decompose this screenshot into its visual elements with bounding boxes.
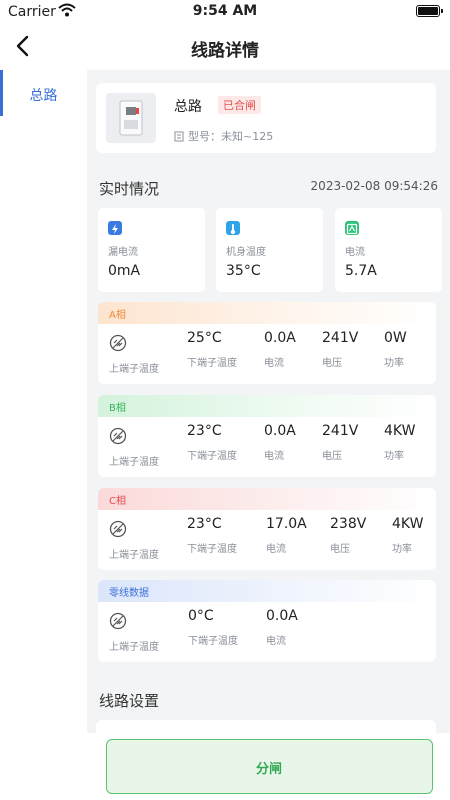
lower-temperature: 23°C 下端子温度 <box>187 516 237 555</box>
phase-header: B相 <box>98 395 436 417</box>
break-button-label: 分闸 <box>255 762 282 777</box>
power: 4KW 功率 <box>384 423 415 462</box>
lower-temperature: 0°C 下端子温度 <box>188 608 238 647</box>
phase-name: A相 <box>109 310 126 321</box>
cell-label: 电流 <box>266 636 286 647</box>
card-label: 机身温度 <box>226 247 266 258</box>
sidebar-empty-area <box>0 116 87 800</box>
card-label: 漏电流 <box>108 247 138 258</box>
cell-value: 0.0A <box>264 423 296 439</box>
cell-value: 0°C <box>188 608 214 624</box>
lower-temperature: 25°C 下端子温度 <box>187 330 237 369</box>
phase-c-card: C相 上端子温度 23°C 下端子温度 17.0A 电流 238V 电压 4KW 功率 <box>98 488 436 570</box>
phase-name: 零线数据 <box>109 588 149 599</box>
cell-value: 4KW <box>384 423 416 439</box>
device-model: 型号：未知~125 <box>174 128 273 144</box>
voltage: 241V 电压 <box>322 423 358 462</box>
cell-value: 238V <box>330 516 367 532</box>
card-value: 35°C <box>226 263 261 279</box>
neutral-line-card: 零线数据 上端子温度 0°C 下端子温度 0.0A 电流 <box>98 580 436 662</box>
cell-value: 4KW <box>392 516 424 532</box>
voltage: 238V 电压 <box>330 516 366 555</box>
cell-value: 0W <box>384 330 407 346</box>
lightning-icon <box>108 221 122 235</box>
temperature-sensor-icon <box>109 520 127 538</box>
status-badge: 已合闸 <box>218 96 261 114</box>
card-value: 0mA <box>108 263 141 279</box>
current: 17.0A 电流 <box>266 516 307 555</box>
cell-label: 电流 <box>264 451 284 462</box>
thermometer-icon <box>226 221 240 235</box>
main-content: 总路 已合闸 型号：未知~125 实时情况 2023-02-08 09:54:2… <box>87 70 450 800</box>
sidebar-item-label: 总路 <box>29 88 58 104</box>
cell-value: 0.0A <box>264 330 296 346</box>
phase-name: B相 <box>109 403 126 414</box>
power: 0W 功率 <box>384 330 407 369</box>
current: 0.0A 电流 <box>264 330 296 369</box>
voltage: 241V 电压 <box>322 330 358 369</box>
body-temperature-card: 机身温度 35°C <box>216 208 323 292</box>
cell-value: 17.0A <box>266 516 307 532</box>
power: 4KW 功率 <box>392 516 423 555</box>
upper-terminal-label: 上端子温度 <box>109 642 159 653</box>
cell-label: 下端子温度 <box>187 358 237 369</box>
realtime-timestamp: 2023-02-08 09:54:26 <box>310 179 438 193</box>
upper-terminal-label: 上端子温度 <box>109 364 159 375</box>
cell-value: 23°C <box>187 423 222 439</box>
settings-title: 线路设置 <box>99 692 160 710</box>
cell-label: 电压 <box>330 544 350 555</box>
current-card: 电流 5.7A <box>335 208 442 292</box>
temperature-sensor-icon <box>109 334 127 352</box>
current: 0.0A 电流 <box>266 608 298 647</box>
upper-terminal-label: 上端子温度 <box>109 457 159 468</box>
sidebar: 总路 <box>0 70 87 800</box>
leakage-current-card: 漏电流 0mA <box>98 208 205 292</box>
phase-a-card: A相 上端子温度 25°C 下端子温度 0.0A 电流 241V 电压 0W 功率 <box>98 302 436 384</box>
device-model-text: 型号：未知~125 <box>188 130 274 143</box>
temperature-sensor-icon <box>109 612 127 630</box>
lower-temperature: 23°C 下端子温度 <box>187 423 237 462</box>
bottom-bar: 分闸 <box>87 733 450 800</box>
nav-bar: 线路详情 <box>0 24 450 70</box>
temperature-sensor-icon <box>109 427 127 445</box>
cell-label: 下端子温度 <box>188 636 238 647</box>
phase-b-card: B相 上端子温度 23°C 下端子温度 0.0A 电流 241V 电压 4KW 功率 <box>98 395 436 477</box>
card-label: 电流 <box>345 247 365 258</box>
cell-label: 电压 <box>322 358 342 369</box>
cell-label: 下端子温度 <box>187 451 237 462</box>
device-name: 总路 <box>174 99 202 115</box>
cell-value: 25°C <box>187 330 222 346</box>
page-title: 线路详情 <box>191 41 259 61</box>
cell-value: 241V <box>322 330 359 346</box>
cell-label: 电压 <box>322 451 342 462</box>
phase-header: C相 <box>98 488 436 510</box>
cell-label: 功率 <box>392 544 412 555</box>
cell-value: 0.0A <box>266 608 298 624</box>
device-card: 总路 已合闸 型号：未知~125 <box>96 83 436 153</box>
card-value: 5.7A <box>345 263 377 279</box>
sidebar-item-main-circuit[interactable]: 总路 <box>0 70 87 116</box>
cell-label: 电流 <box>264 358 284 369</box>
cell-value: 23°C <box>187 516 222 532</box>
cell-label: 功率 <box>384 451 404 462</box>
cell-value: 241V <box>322 423 359 439</box>
phase-header: 零线数据 <box>98 580 436 602</box>
phase-header: A相 <box>98 302 436 324</box>
upper-terminal-label: 上端子温度 <box>109 550 159 561</box>
clock: 9:54 AM <box>192 3 258 19</box>
realtime-title: 实时情况 <box>99 180 160 198</box>
break-button[interactable]: 分闸 <box>106 739 433 794</box>
cell-label: 功率 <box>384 358 404 369</box>
status-bar: Carrier 9:54 AM <box>0 0 450 24</box>
document-icon <box>174 131 184 142</box>
battery-icon <box>416 5 443 17</box>
phase-name: C相 <box>109 496 126 507</box>
cell-label: 电流 <box>266 544 286 555</box>
current: 0.0A 电流 <box>264 423 296 462</box>
breaker-image <box>106 93 156 143</box>
cell-label: 下端子温度 <box>187 544 237 555</box>
current-icon <box>345 221 359 235</box>
